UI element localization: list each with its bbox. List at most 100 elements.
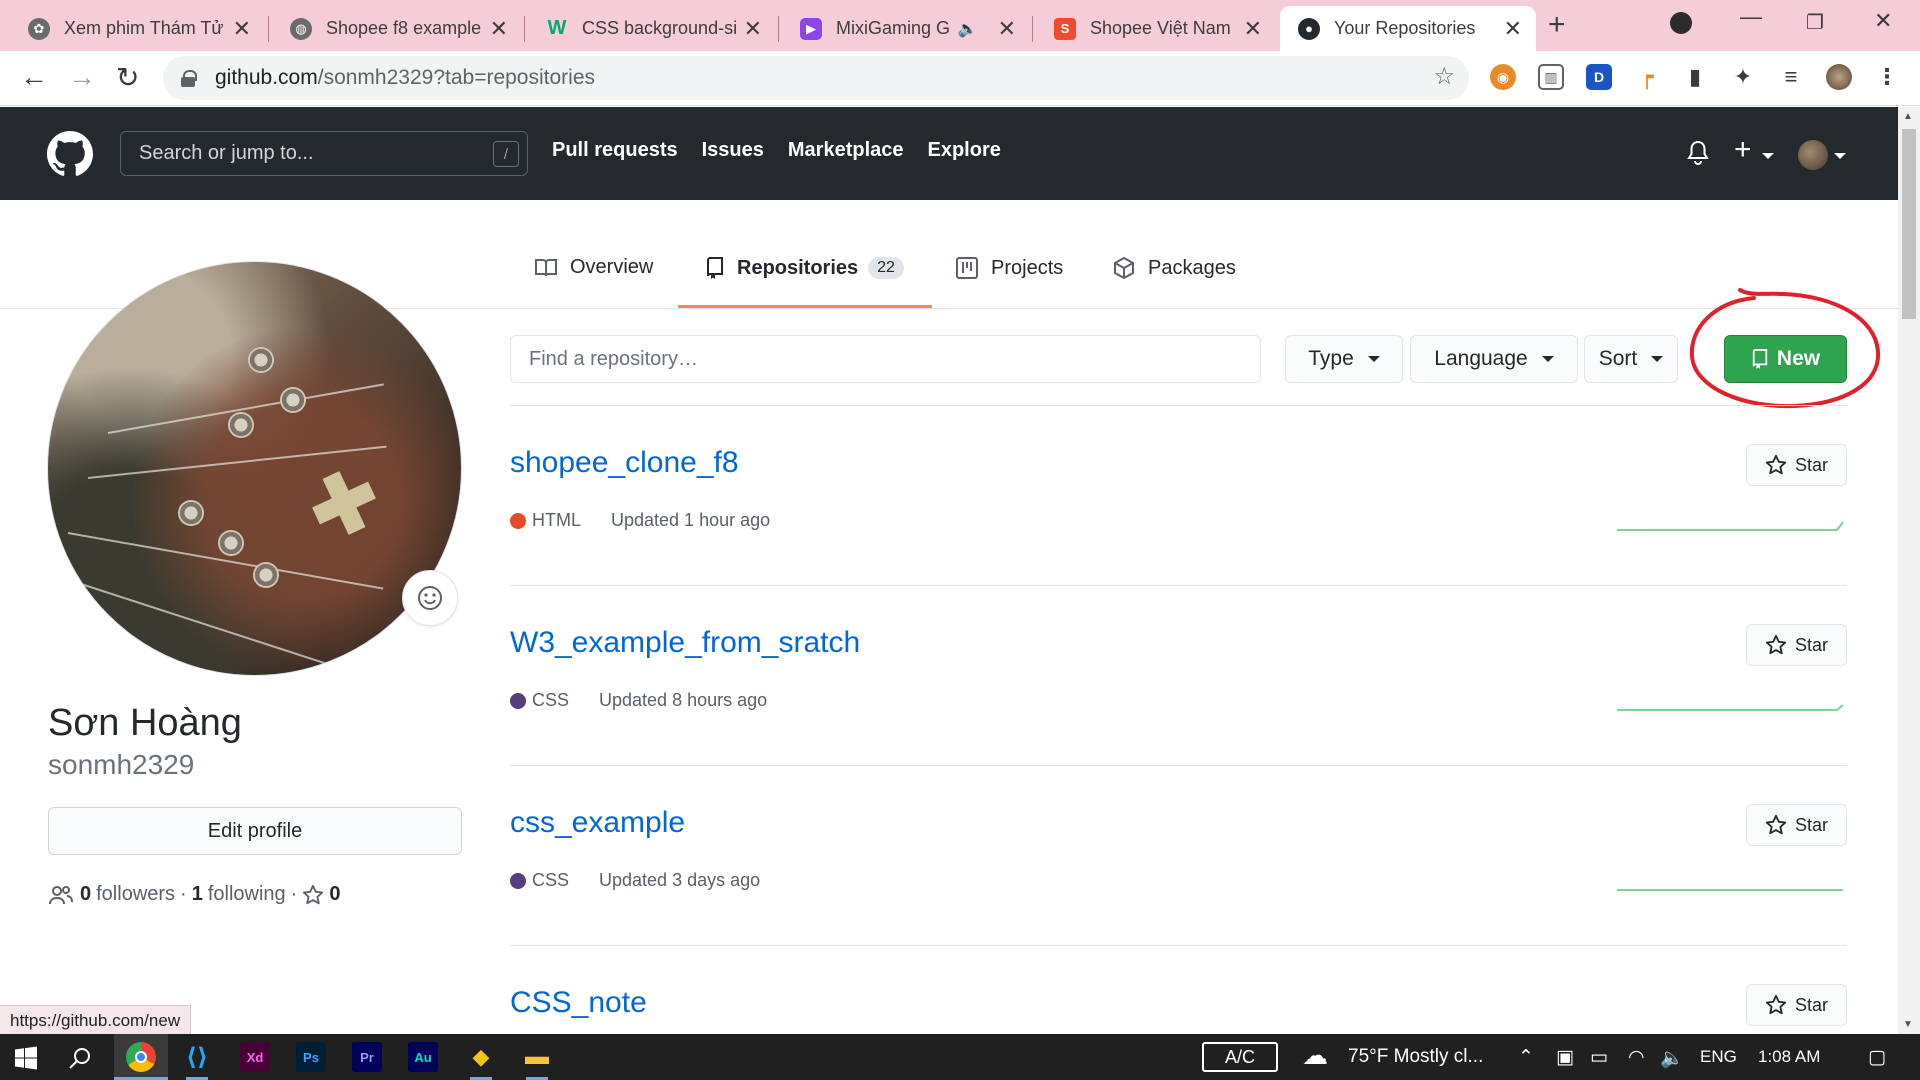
find-repository-input[interactable] — [510, 335, 1261, 383]
nav-issues[interactable]: Issues — [702, 139, 764, 162]
address-bar[interactable]: github.com/sonmh2329?tab=repositories ☆ — [163, 56, 1469, 100]
extension-icon[interactable]: ▥ — [1538, 64, 1564, 90]
premiere-icon[interactable]: Pr — [352, 1042, 382, 1072]
github-icon: ● — [1298, 17, 1320, 40]
notification-icon[interactable]: ▢ — [1868, 1046, 1886, 1069]
browser-tab[interactable]: W CSS background-siz ✕ — [528, 6, 776, 51]
browser-tab-active[interactable]: ● Your Repositories ✕ — [1280, 6, 1536, 51]
film-icon: ✿ — [28, 17, 50, 40]
edit-profile-button[interactable]: Edit profile — [48, 807, 462, 855]
page-scrollbar[interactable]: ▲ ▼ — [1898, 107, 1920, 1034]
extension-d-icon[interactable]: D — [1586, 64, 1612, 90]
chevron-up-icon[interactable]: ⌃ — [1518, 1046, 1534, 1069]
set-status-button[interactable] — [402, 570, 458, 626]
minimize-icon[interactable]: — — [1740, 4, 1762, 30]
reload-icon[interactable]: ↻ — [116, 61, 139, 94]
ac-indicator[interactable]: A/C — [1202, 1042, 1278, 1072]
following-link[interactable]: 1 following — [192, 883, 286, 906]
extension-icon[interactable]: ┍ — [1634, 64, 1660, 90]
repo-name-link[interactable]: shopee_clone_f8 — [510, 446, 739, 480]
wifi-icon[interactable]: ◠ — [1628, 1046, 1645, 1069]
close-window-icon[interactable]: ✕ — [1874, 8, 1892, 34]
vscode-icon[interactable]: ⟨⟩ — [182, 1042, 212, 1072]
input-language[interactable]: ENG — [1700, 1047, 1737, 1067]
scrollbar-thumb[interactable] — [1902, 129, 1916, 319]
back-arrow-icon[interactable]: ← — [20, 61, 48, 93]
new-tab-icon[interactable]: + — [1548, 8, 1566, 42]
nav-pull-requests[interactable]: Pull requests — [552, 139, 678, 162]
star-button[interactable]: Star — [1746, 984, 1847, 1026]
github-logo-icon[interactable] — [47, 131, 93, 177]
followers-link[interactable]: 0 followers — [80, 883, 175, 906]
tab-projects[interactable]: Projects — [955, 256, 1063, 280]
scroll-down-arrow-icon[interactable]: ▼ — [1903, 1019, 1913, 1030]
extension-icon[interactable]: ◉ — [1490, 64, 1516, 90]
new-repository-button[interactable]: New — [1724, 335, 1847, 383]
close-tab-icon[interactable]: ✕ — [744, 16, 762, 42]
type-filter-button[interactable]: Type — [1285, 335, 1403, 383]
extension-icon[interactable]: ▮ — [1682, 64, 1708, 90]
tab-repositories[interactable]: Repositories 22 — [705, 256, 904, 280]
chevron-down-icon[interactable] — [1834, 153, 1846, 159]
language-filter-button[interactable]: Language — [1410, 335, 1578, 383]
sort-filter-button[interactable]: Sort — [1584, 335, 1678, 383]
close-tab-icon[interactable]: ✕ — [233, 16, 251, 42]
restore-icon[interactable]: ❐ — [1806, 10, 1824, 35]
tab-search-icon[interactable] — [1670, 12, 1692, 34]
language-color-dot — [510, 512, 526, 529]
photoshop-icon[interactable]: Ps — [296, 1042, 326, 1072]
audition-icon[interactable]: Au — [408, 1042, 438, 1072]
browser-tab[interactable]: ◍ Shopee f8 example ✕ — [272, 6, 522, 51]
guitar-string — [77, 582, 364, 675]
meet-icon[interactable]: ▣ — [1556, 1046, 1574, 1069]
bookmark-star-icon[interactable]: ☆ — [1433, 62, 1455, 91]
puzzle-icon[interactable]: ✦ — [1730, 64, 1756, 90]
repo-meta: CSS Updated 3 days ago — [510, 870, 760, 891]
scroll-up-arrow-icon[interactable]: ▲ — [1903, 111, 1913, 122]
star-button[interactable]: Star — [1746, 444, 1847, 486]
file-explorer-icon[interactable]: ▬ — [522, 1042, 552, 1072]
star-button[interactable]: Star — [1746, 624, 1847, 666]
close-tab-icon[interactable]: ✕ — [998, 16, 1016, 42]
tab-separator — [778, 16, 779, 42]
clock[interactable]: 1:08 AM — [1758, 1047, 1820, 1067]
windows-taskbar: ⟨⟩ Xd Ps Pr Au ◆ ▬ A/C ☁ 75°F Mostly cl.… — [0, 1034, 1920, 1080]
tab-packages[interactable]: Packages — [1112, 256, 1236, 280]
forward-arrow-icon[interactable]: → — [68, 61, 96, 93]
chevron-down-icon[interactable] — [1762, 153, 1774, 159]
speaker-icon[interactable]: 🔈 — [958, 19, 978, 39]
bell-icon[interactable] — [1686, 140, 1710, 166]
battery-icon[interactable]: ▭ — [1590, 1046, 1608, 1069]
close-tab-icon[interactable]: ✕ — [490, 16, 508, 42]
chrome-icon[interactable] — [126, 1042, 156, 1072]
star-button[interactable]: Star — [1746, 804, 1847, 846]
weather-widget[interactable]: 75°F Mostly cl... — [1348, 1046, 1483, 1068]
profile-avatar[interactable] — [47, 261, 462, 676]
tab-overview[interactable]: Overview — [534, 256, 653, 279]
search-placeholder: Search or jump to... — [139, 142, 314, 164]
volume-icon[interactable]: 🔈 — [1660, 1046, 1684, 1070]
avatar[interactable] — [1798, 140, 1828, 170]
adobe-xd-icon[interactable]: Xd — [240, 1042, 270, 1072]
stars-link[interactable]: 0 — [302, 883, 345, 906]
browser-tab[interactable]: ✿ Xem phim Thám Tử ✕ — [10, 6, 265, 51]
profile-avatar-icon[interactable] — [1826, 64, 1852, 90]
repo-name-link[interactable]: W3_example_from_sratch — [510, 626, 860, 660]
repo-name-link[interactable]: css_example — [510, 806, 685, 840]
browser-tab[interactable]: ▶ MixiGaming GTA 🔈 ✕ — [782, 6, 1030, 51]
browser-toolbar: ← → ↻ github.com/sonmh2329?tab=repositor… — [0, 51, 1920, 106]
close-tab-icon[interactable]: ✕ — [1504, 16, 1522, 42]
plus-icon[interactable]: + — [1734, 133, 1752, 167]
kebab-menu-icon[interactable]: ⋮ — [1874, 64, 1900, 90]
browser-tab[interactable]: S Shopee Việt Nam | ✕ — [1036, 6, 1276, 51]
git-kraken-icon[interactable]: ◆ — [466, 1042, 496, 1072]
media-control-icon[interactable]: ≡ — [1778, 64, 1804, 90]
github-search-input[interactable]: Search or jump to... / — [120, 131, 528, 176]
search-icon[interactable] — [68, 1046, 92, 1070]
nav-marketplace[interactable]: Marketplace — [788, 139, 904, 162]
project-board-icon — [956, 257, 978, 279]
windows-start-icon[interactable] — [14, 1046, 38, 1070]
nav-explore[interactable]: Explore — [928, 139, 1001, 162]
close-tab-icon[interactable]: ✕ — [1244, 16, 1262, 42]
repo-name-link[interactable]: CSS_note — [510, 986, 647, 1020]
